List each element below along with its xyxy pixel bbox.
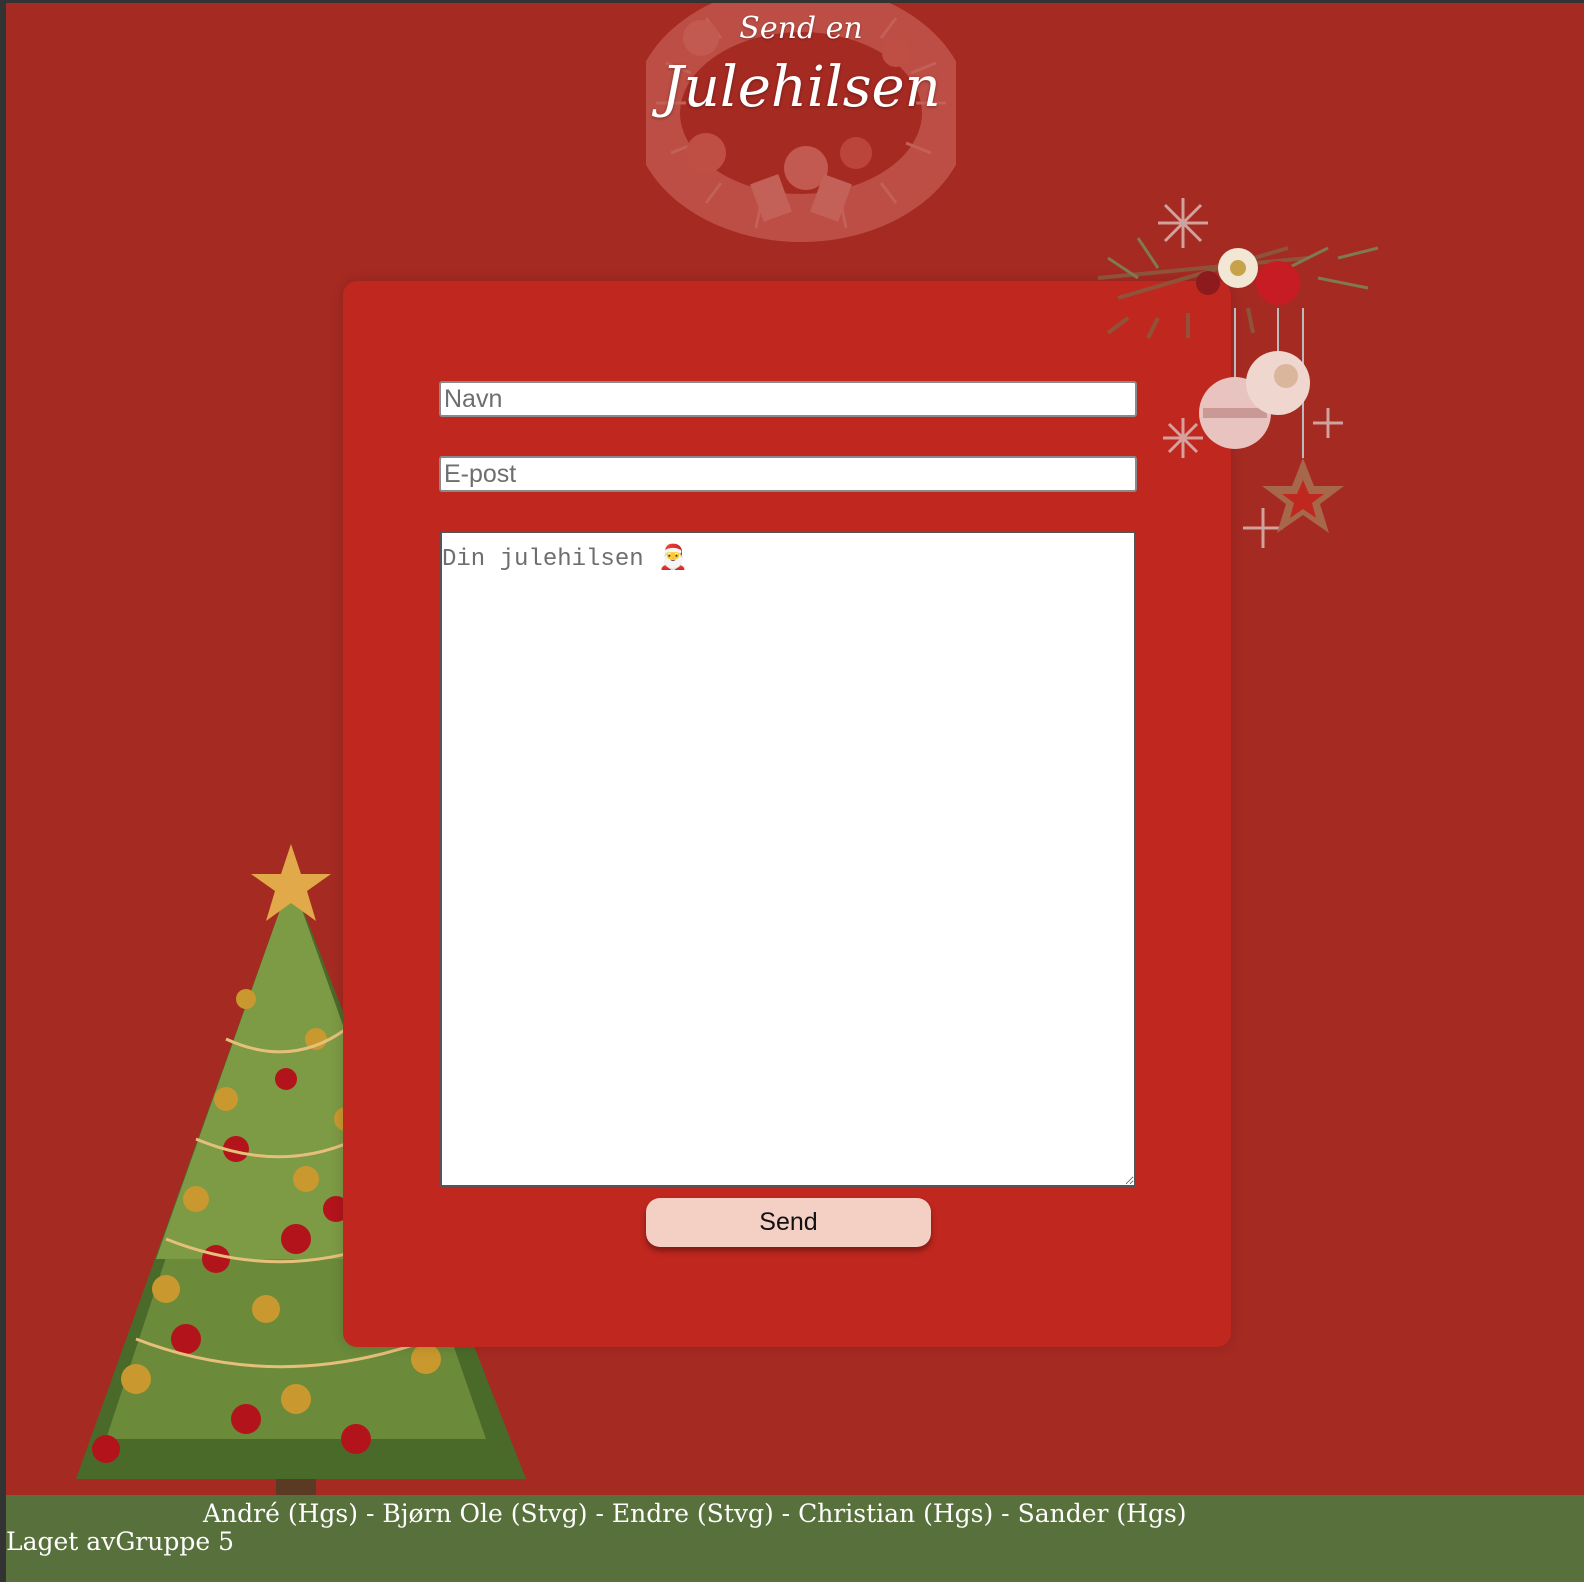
page-title: Julehilsen: [661, 55, 941, 120]
footer-credit: Laget avGruppe 5: [6, 1527, 235, 1556]
footer-member-names: André (Hgs) - Bjørn Ole (Stvg) - Endre (…: [203, 1499, 1187, 1528]
message-textarea[interactable]: [440, 531, 1136, 1187]
send-button[interactable]: Send: [646, 1198, 931, 1247]
name-field[interactable]: [439, 381, 1137, 417]
christmas-ornaments-icon: [1097, 198, 1379, 548]
page: Send en Julehilsen Navn E-post Din juleh…: [6, 3, 1584, 1582]
footer: André (Hgs) - Bjørn Ole (Stvg) - Endre (…: [6, 1495, 1584, 1582]
title-send-en: Send en: [739, 11, 863, 46]
email-field[interactable]: [439, 456, 1137, 492]
